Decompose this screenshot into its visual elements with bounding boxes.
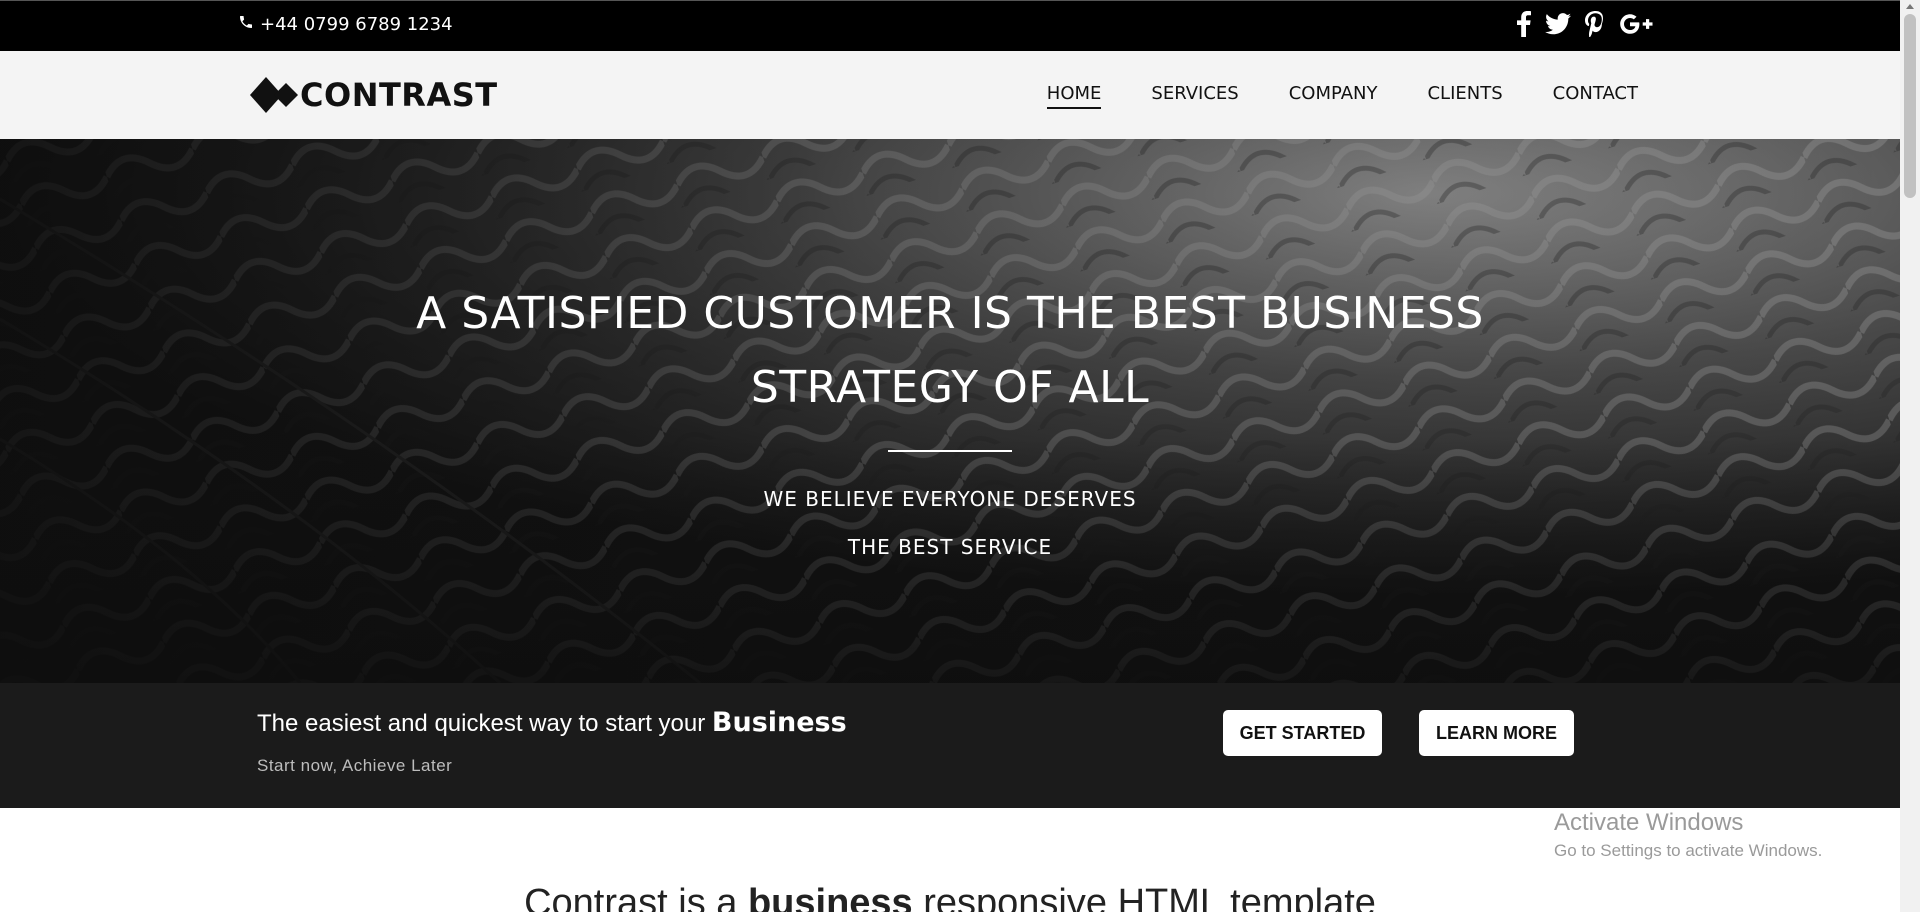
nav-company[interactable]: COMPANY — [1289, 83, 1378, 109]
phone-contact[interactable]: +44 0799 6789 1234 — [238, 14, 453, 35]
scroll-up-arrow-icon[interactable] — [1906, 4, 1914, 9]
scrollbar-thumb[interactable] — [1904, 14, 1916, 198]
pinterest-icon[interactable] — [1585, 9, 1605, 39]
activate-windows-watermark: Activate Windows Go to Settings to activ… — [1554, 809, 1822, 861]
hero-subtitle-line2: THE BEST SERVICE — [847, 535, 1053, 559]
nav-contact[interactable]: CONTACT — [1553, 83, 1638, 109]
get-started-button[interactable]: GET STARTED — [1223, 710, 1382, 756]
facebook-icon[interactable] — [1517, 9, 1531, 39]
watermark-subtitle: Go to Settings to activate Windows. — [1554, 841, 1823, 860]
social-links — [1517, 9, 1653, 39]
hero-banner: A SATISFIED CUSTOMER IS THE BEST BUSINES… — [0, 139, 1900, 683]
hero-divider — [888, 450, 1012, 452]
main-nav: HOME SERVICES COMPANY CLIENTS CONTACT — [1046, 83, 1638, 109]
logo-text: CONTRAST — [300, 76, 498, 114]
google-plus-icon[interactable] — [1619, 9, 1653, 39]
site-logo[interactable]: CONTRAST — [248, 71, 498, 119]
nav-services[interactable]: SERVICES — [1151, 83, 1238, 109]
hero-subtitle-line1: WE BELIEVE EVERYONE DESERVES — [763, 487, 1137, 511]
nav-clients[interactable]: CLIENTS — [1427, 83, 1502, 109]
twitter-icon[interactable] — [1545, 9, 1571, 39]
vertical-scrollbar[interactable] — [1900, 0, 1920, 912]
cta-headline-text: The easiest and quickest way to start yo… — [257, 710, 712, 737]
site-header: CONTRAST HOME SERVICES COMPANY CLIENTS C… — [0, 51, 1900, 139]
intro-prefix: Contrast is a — [524, 882, 748, 912]
watermark-title: Activate Windows — [1554, 809, 1744, 836]
logo-diamond-icon — [250, 77, 298, 113]
cta-headline-emphasis: Business — [711, 707, 847, 738]
learn-more-button[interactable]: LEARN MORE — [1419, 710, 1574, 756]
cta-headline: The easiest and quickest way to start yo… — [257, 707, 847, 738]
hero-title-line2: STRATEGY OF ALL — [750, 362, 1150, 413]
nav-home[interactable]: HOME — [1046, 83, 1102, 109]
top-bar: +44 0799 6789 1234 — [0, 0, 1900, 51]
cta-band: The easiest and quickest way to start yo… — [0, 683, 1900, 808]
phone-icon — [238, 14, 254, 35]
page: +44 0799 6789 1234 CONTRAST HOME SERVICE… — [0, 0, 1900, 912]
phone-number: +44 0799 6789 1234 — [260, 14, 453, 35]
cta-subline: Start now, Achieve Later — [257, 756, 453, 775]
hero-title-line1: A SATISFIED CUSTOMER IS THE BEST BUSINES… — [416, 288, 1484, 339]
intro-suffix: responsive HTML template — [912, 882, 1376, 912]
intro-emphasis: business — [747, 882, 913, 912]
hero-title: A SATISFIED CUSTOMER IS THE BEST BUSINES… — [350, 277, 1550, 425]
intro-heading: Contrast is a business responsive HTML t… — [0, 882, 1900, 912]
